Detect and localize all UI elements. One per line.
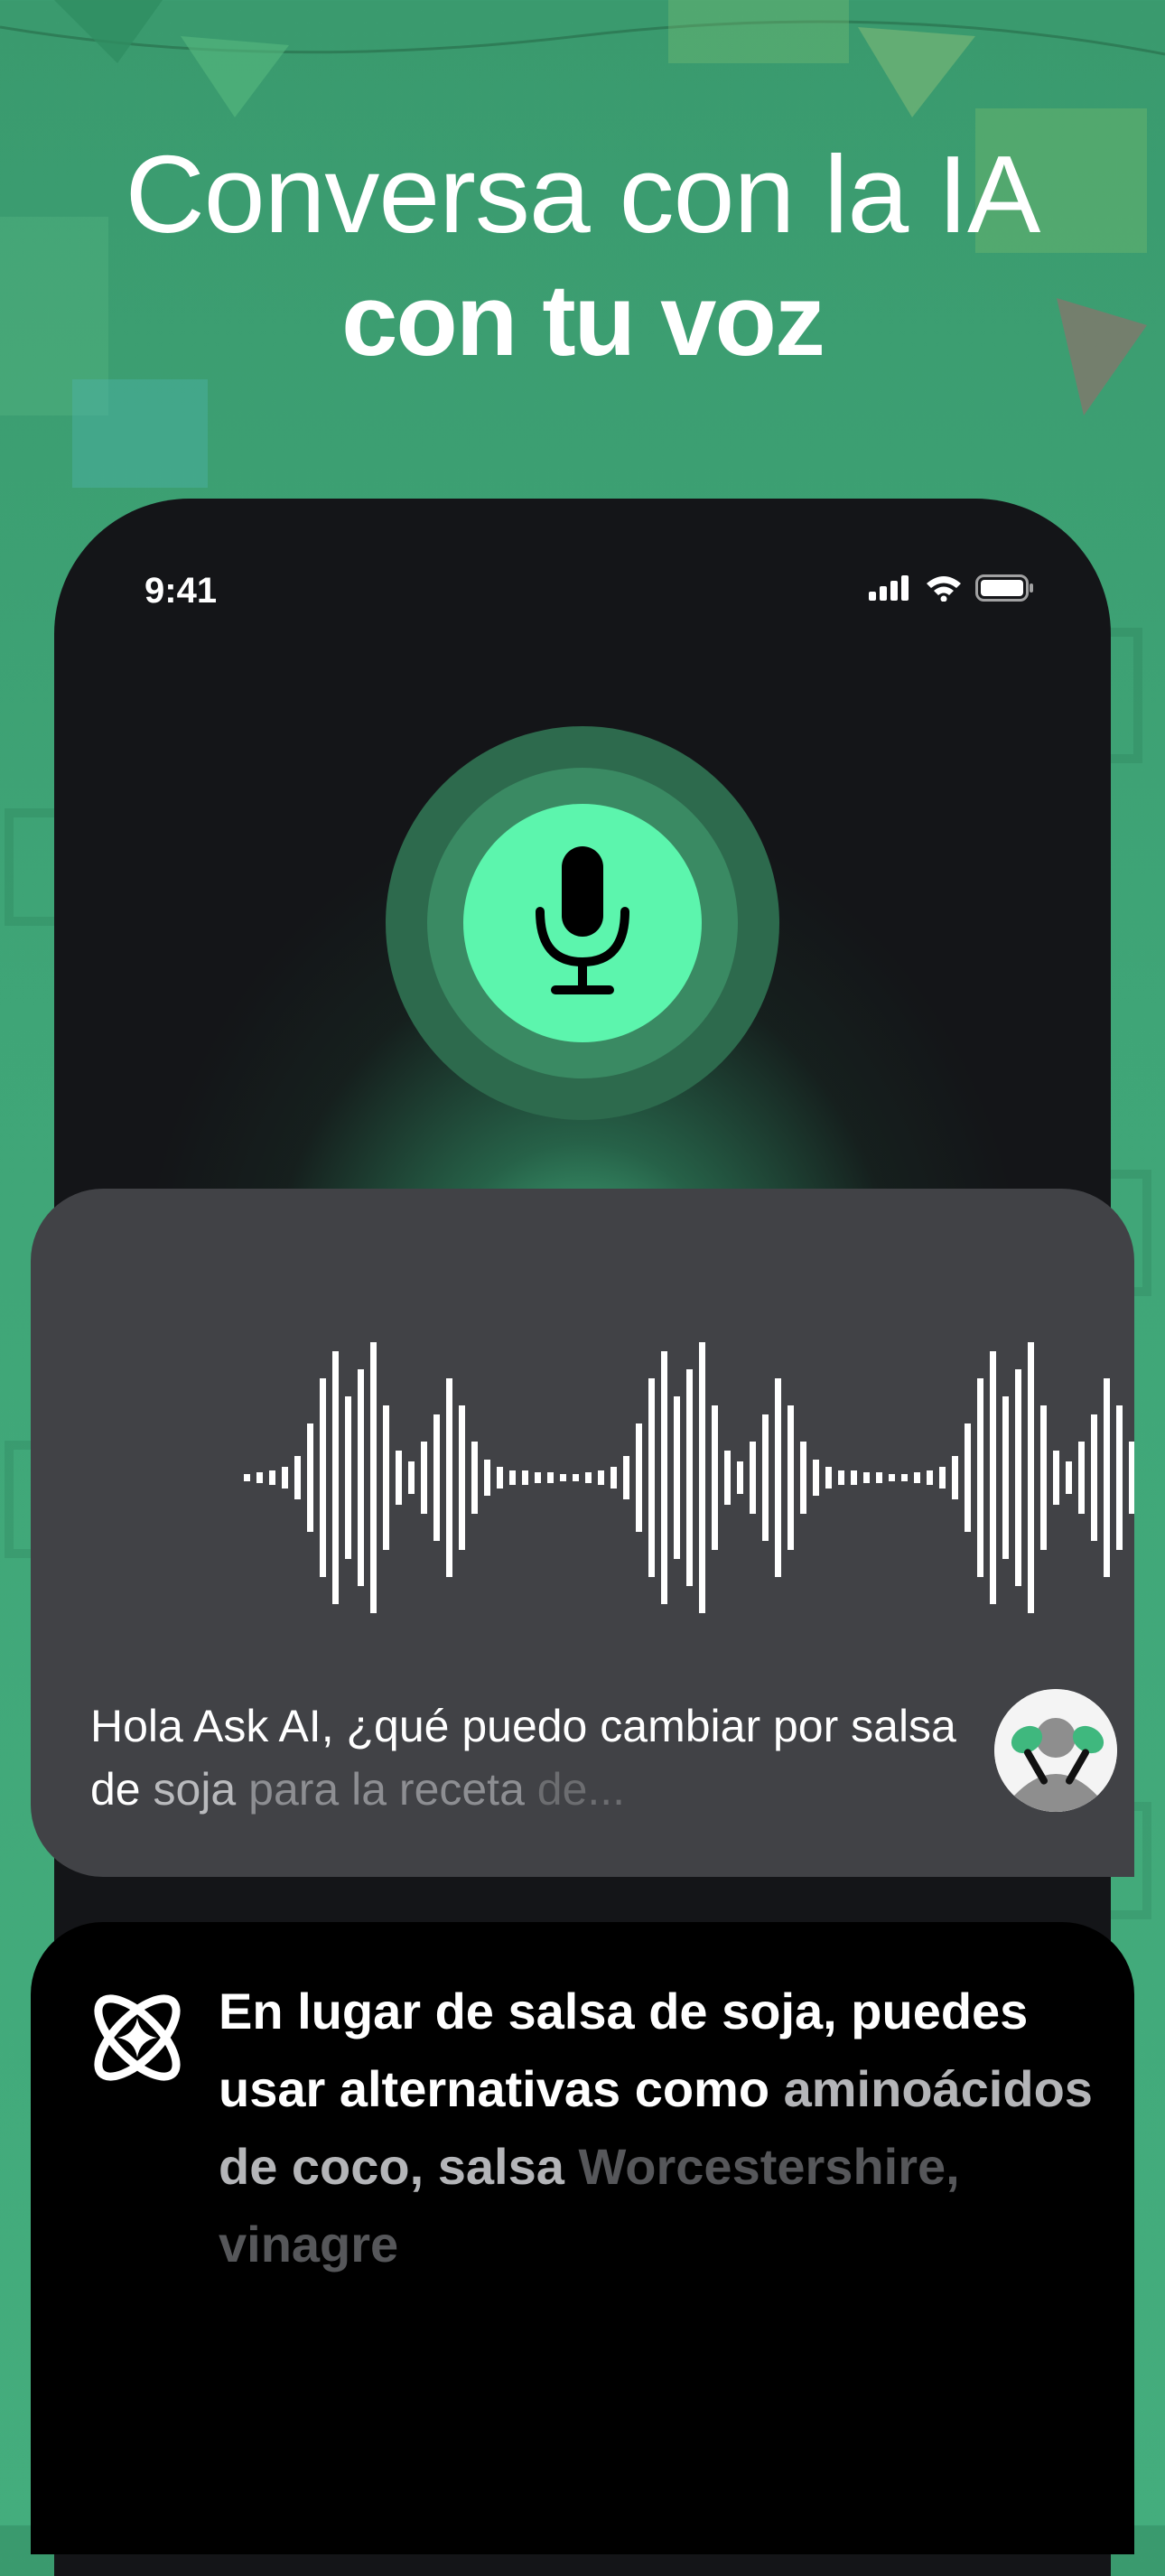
waveform-bar	[471, 1442, 478, 1514]
waveform-bar	[1104, 1378, 1110, 1577]
waveform-bar	[484, 1460, 490, 1496]
waveform-bar	[1116, 1405, 1123, 1550]
waveform-bar	[307, 1423, 313, 1532]
waveform-bar	[674, 1396, 680, 1559]
waveform-bar	[825, 1467, 832, 1489]
transcript-text-fade-2: para la receta	[248, 1764, 537, 1815]
waveform-bar	[535, 1472, 541, 1483]
microphone-icon	[536, 846, 629, 994]
waveform-bar	[952, 1456, 958, 1499]
waveform-bar	[269, 1470, 275, 1485]
waveform-bar	[1078, 1442, 1085, 1514]
status-time: 9:41	[144, 571, 218, 611]
waveform-bar	[320, 1378, 326, 1577]
waveform-bar	[421, 1442, 427, 1514]
waveform-bar	[1002, 1396, 1009, 1559]
headline-line-2: con tu voz	[341, 264, 825, 377]
transcript-text-fade-3: de...	[536, 1764, 626, 1815]
headline-line-1: Conversa con la IA	[125, 133, 1041, 256]
waveform-bar	[977, 1378, 983, 1577]
waveform-bar	[256, 1472, 263, 1483]
waveform-bar	[927, 1470, 933, 1485]
waveform-bar	[610, 1467, 617, 1489]
cellular-signal-icon	[869, 575, 909, 601]
waveform-bar	[686, 1369, 693, 1586]
waveform-bar	[750, 1442, 756, 1514]
waveform-bar	[598, 1470, 604, 1485]
headline: Conversa con la IA con tu voz	[0, 126, 1165, 379]
waveform-bar	[1129, 1442, 1134, 1514]
waveform-bar	[560, 1474, 566, 1481]
ai-answer-text: En lugar de salsa de soja, puedes usar a…	[219, 1973, 1104, 2283]
voice-transcript: Hola Ask AI, ¿qué puedo cambiar por sals…	[90, 1694, 975, 1821]
mic-button[interactable]	[463, 804, 702, 1042]
waveform-bar	[965, 1423, 971, 1532]
waveform-bar	[737, 1461, 743, 1494]
waveform-bar	[990, 1351, 996, 1604]
audio-waveform	[244, 1342, 1134, 1613]
waveform-bar	[914, 1472, 920, 1483]
waveform-bar	[408, 1461, 415, 1494]
waveform-bar	[775, 1378, 781, 1577]
waveform-bar	[585, 1472, 592, 1483]
waveform-bar	[509, 1470, 516, 1485]
ask-ai-logo-icon	[94, 1994, 181, 2081]
waveform-bar	[345, 1396, 351, 1559]
waveform-bar	[851, 1470, 857, 1485]
waveform-bar	[901, 1474, 908, 1481]
waveform-bar	[332, 1351, 339, 1604]
voice-input-card: Hola Ask AI, ¿qué puedo cambiar por sals…	[31, 1189, 1134, 1877]
waveform-bar	[838, 1470, 844, 1485]
waveform-bar	[889, 1474, 895, 1481]
waveform-bar	[724, 1451, 731, 1505]
waveform-bar	[1053, 1451, 1059, 1505]
wifi-icon	[927, 576, 961, 602]
waveform-bar	[383, 1405, 389, 1550]
waveform-bar	[370, 1342, 377, 1613]
waveform-bar	[939, 1467, 946, 1489]
waveform-bar	[573, 1474, 579, 1481]
maracas-avatar-icon	[994, 1689, 1117, 1812]
waveform-bar	[522, 1470, 528, 1485]
waveform-bar	[1040, 1405, 1047, 1550]
waveform-bar	[1091, 1414, 1097, 1541]
waveform-bar	[788, 1405, 794, 1550]
waveform-bar	[1066, 1461, 1072, 1494]
waveform-bar	[459, 1405, 465, 1550]
waveform-bar	[282, 1467, 288, 1489]
waveform-bar	[396, 1451, 402, 1505]
waveform-bar	[813, 1460, 819, 1496]
waveform-bar	[1015, 1369, 1021, 1586]
waveform-bar	[648, 1378, 655, 1577]
status-icons	[869, 574, 1035, 602]
waveform-bar	[712, 1405, 718, 1550]
waveform-bar	[547, 1472, 554, 1483]
waveform-bar	[800, 1442, 806, 1514]
waveform-bar	[433, 1414, 440, 1541]
waveform-bar	[863, 1472, 870, 1483]
waveform-bar	[294, 1456, 301, 1499]
waveform-bar	[497, 1467, 503, 1489]
waveform-bar	[699, 1342, 705, 1613]
waveform-bar	[636, 1423, 642, 1532]
waveform-bar	[661, 1351, 667, 1604]
transcript-text-fade-1: soja	[153, 1764, 249, 1815]
waveform-bar	[446, 1378, 452, 1577]
waveform-bar	[762, 1414, 769, 1541]
waveform-bar	[1028, 1342, 1034, 1613]
waveform-bar	[244, 1474, 250, 1481]
user-avatar	[994, 1689, 1117, 1812]
waveform-bar	[358, 1369, 364, 1586]
battery-icon	[975, 574, 1033, 602]
waveform-bar	[876, 1472, 882, 1483]
waveform-bar	[623, 1456, 629, 1499]
ai-answer-card: En lugar de salsa de soja, puedes usar a…	[31, 1922, 1134, 2554]
